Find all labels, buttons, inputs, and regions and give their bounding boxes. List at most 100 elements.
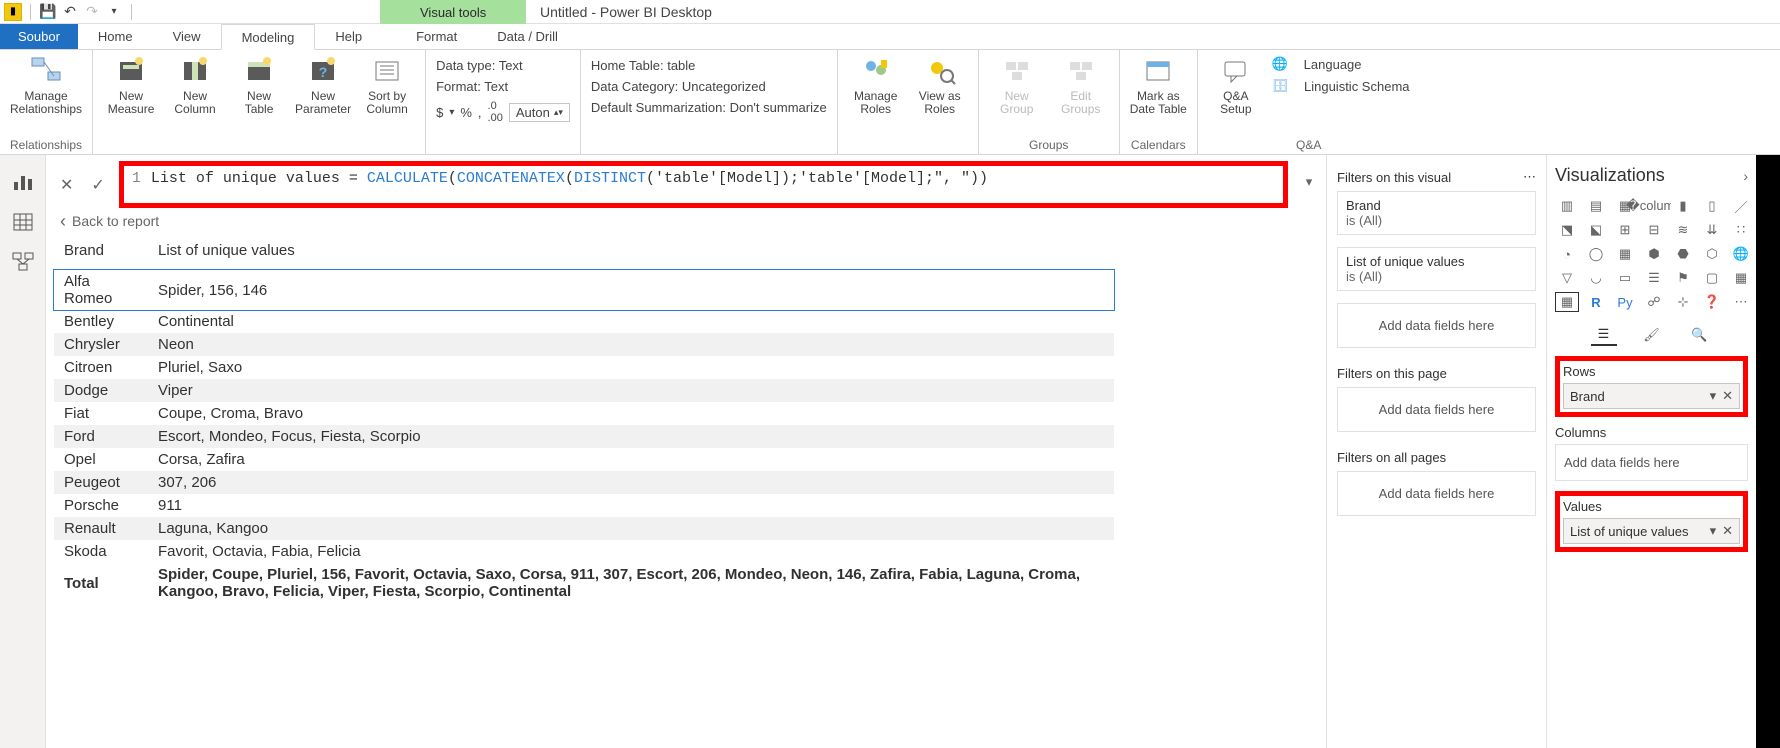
language-dropdown[interactable]: 🌐 Language (1272, 54, 1410, 74)
tab-view[interactable]: View (153, 24, 221, 49)
viz-combo1-icon[interactable]: ⊞ (1613, 220, 1637, 240)
chevron-down-icon[interactable]: ▾ (1710, 388, 1717, 404)
new-table-button[interactable]: New Table (231, 54, 287, 116)
viz-treemap-icon[interactable]: ▦ (1613, 244, 1637, 264)
chevron-down-icon[interactable]: ▾ (1710, 523, 1717, 539)
viz-100column-icon[interactable]: ▯ (1700, 196, 1724, 216)
model-view-icon[interactable] (10, 249, 36, 275)
viz-filled-map-icon[interactable]: ⬣ (1671, 244, 1695, 264)
manage-relationships-button[interactable]: Manage Relationships (10, 54, 82, 116)
filters-visual-well[interactable]: Add data fields here (1337, 303, 1536, 348)
format-tab-icon[interactable]: 🖌 (1639, 324, 1665, 346)
viz-funnel-icon[interactable]: ▽ (1555, 268, 1579, 288)
comma-button[interactable]: , (478, 105, 482, 120)
viz-r-icon[interactable]: R (1584, 292, 1608, 312)
viz-shape-map-icon[interactable]: ⬡ (1700, 244, 1724, 264)
percent-button[interactable]: % (460, 105, 472, 120)
linguistic-schema-dropdown[interactable]: 🗄 Linguistic Schema (1272, 76, 1410, 96)
tab-help[interactable]: Help (315, 24, 382, 49)
viz-gauge-icon[interactable]: ◡ (1584, 268, 1608, 288)
qat-dropdown-icon[interactable]: ▾ (105, 3, 123, 21)
viz-decomposition-icon[interactable]: ⊹ (1671, 292, 1695, 312)
table-row[interactable]: SkodaFavorit, Octavia, Fabia, Felicia (54, 540, 1114, 563)
viz-ribbon-icon[interactable]: ≋ (1671, 220, 1695, 240)
viz-scatter-icon[interactable]: ∷ (1729, 220, 1753, 240)
view-as-roles-button[interactable]: View as Roles (912, 54, 968, 116)
viz-table-icon[interactable]: ▦ (1729, 268, 1753, 288)
columns-field-well[interactable]: Add data fields here (1555, 444, 1748, 481)
table-row[interactable]: Alfa RomeoSpider, 156, 146 (54, 270, 1114, 311)
remove-field-icon[interactable]: ✕ (1722, 523, 1733, 539)
column-header-brand[interactable]: Brand (54, 236, 148, 270)
viz-key-influencers-icon[interactable]: ☍ (1642, 292, 1666, 312)
table-row[interactable]: BentleyContinental (54, 310, 1114, 333)
viz-pie-icon[interactable]: ◔ (1555, 244, 1579, 264)
back-to-report[interactable]: ‹ Back to report (46, 212, 1326, 236)
table-row[interactable]: Porsche911 (54, 494, 1114, 517)
rows-field-brand[interactable]: Brand ▾✕ (1563, 383, 1740, 409)
viz-donut-icon[interactable]: ◯ (1584, 244, 1608, 264)
default-summarization-dropdown[interactable]: Default Summarization: Don't summarize (591, 98, 827, 117)
data-category-dropdown[interactable]: Data Category: Uncategorized (591, 77, 827, 96)
redo-icon[interactable]: ↷ (83, 3, 101, 21)
viz-stacked-bar-icon[interactable]: ▥ (1555, 196, 1579, 216)
viz-bar-icon[interactable]: ▤ (1584, 196, 1608, 216)
save-icon[interactable]: 💾 (39, 3, 57, 21)
matrix-visual[interactable]: Brand List of unique values Alfa RomeoSp… (54, 236, 1114, 603)
table-row[interactable]: ChryslerNeon (54, 333, 1114, 356)
viz-globe-icon[interactable]: 🌐 (1729, 244, 1753, 264)
viz-stacked-area-icon[interactable]: ⬕ (1584, 220, 1608, 240)
viz-waterfall-icon[interactable]: ⇊ (1700, 220, 1724, 240)
sort-by-column-button[interactable]: Sort by Column (359, 54, 415, 116)
filters-page-well[interactable]: Add data fields here (1337, 387, 1536, 432)
more-icon[interactable]: ⋯ (1523, 169, 1536, 185)
cancel-formula-icon[interactable]: ✕ (56, 175, 77, 195)
table-row[interactable]: DodgeViper (54, 379, 1114, 402)
viz-slicer-icon[interactable]: ▢ (1700, 268, 1724, 288)
chevron-right-icon[interactable]: › (1743, 168, 1748, 184)
table-row[interactable]: FordEscort, Mondeo, Focus, Fiesta, Scorp… (54, 425, 1114, 448)
remove-field-icon[interactable]: ✕ (1722, 388, 1733, 404)
analytics-tab-icon[interactable]: 🔍 (1687, 324, 1713, 346)
tab-modeling[interactable]: Modeling (221, 24, 316, 50)
new-group-button[interactable]: New Group (989, 54, 1045, 116)
report-view-icon[interactable] (10, 169, 36, 195)
decimal-button[interactable]: .0.00 (488, 100, 503, 124)
column-header-values[interactable]: List of unique values (148, 236, 1114, 270)
fields-tab-icon[interactable]: ☰ (1591, 324, 1617, 346)
mark-as-date-table-button[interactable]: Mark as Date Table (1130, 54, 1187, 116)
viz-python-icon[interactable]: Py (1613, 292, 1637, 312)
viz-card-icon[interactable]: ▭ (1613, 268, 1637, 288)
currency-button[interactable]: $ (436, 105, 443, 120)
new-measure-button[interactable]: New Measure (103, 54, 159, 116)
filter-card-unique[interactable]: List of unique values is (All) (1337, 247, 1536, 291)
table-row[interactable]: RenaultLaguna, Kangoo (54, 517, 1114, 540)
viz-line-icon[interactable]: ／ (1729, 196, 1753, 216)
commit-formula-icon[interactable]: ✓ (87, 175, 108, 195)
table-row[interactable]: OpelCorsa, Zafira (54, 448, 1114, 471)
viz-kpi-icon[interactable]: ⚑ (1671, 268, 1695, 288)
filters-all-well[interactable]: Add data fields here (1337, 471, 1536, 516)
table-row[interactable]: FiatCoupe, Croma, Bravo (54, 402, 1114, 425)
table-row[interactable]: CitroenPluriel, Saxo (54, 356, 1114, 379)
viz-stacked-column-icon[interactable]: ▮ (1671, 196, 1695, 216)
undo-icon[interactable]: ↶ (61, 3, 79, 21)
viz-matrix-icon[interactable]: ▦ (1555, 292, 1579, 312)
viz-map-icon[interactable]: ⬢ (1642, 244, 1666, 264)
viz-qa-icon[interactable]: ❓ (1700, 292, 1724, 312)
formula-bar[interactable]: 1 List of unique values = CALCULATE(CONC… (119, 161, 1288, 208)
new-column-button[interactable]: New Column (167, 54, 223, 116)
edit-groups-button[interactable]: Edit Groups (1053, 54, 1109, 116)
new-parameter-button[interactable]: ?New Parameter (295, 54, 351, 116)
data-type-dropdown[interactable]: Data type: Text (436, 56, 570, 75)
tab-home[interactable]: Home (78, 24, 153, 49)
values-field-unique[interactable]: List of unique values ▾✕ (1563, 518, 1740, 544)
manage-roles-button[interactable]: Manage Roles (848, 54, 904, 116)
viz-multirow-icon[interactable]: ☰ (1642, 268, 1666, 288)
data-view-icon[interactable] (10, 209, 36, 235)
file-tab[interactable]: Soubor (0, 24, 78, 49)
home-table-dropdown[interactable]: Home Table: table (591, 56, 827, 75)
tab-format[interactable]: Format (396, 24, 477, 49)
format-dropdown[interactable]: Format: Text (436, 77, 570, 96)
tab-data-drill[interactable]: Data / Drill (477, 24, 578, 49)
